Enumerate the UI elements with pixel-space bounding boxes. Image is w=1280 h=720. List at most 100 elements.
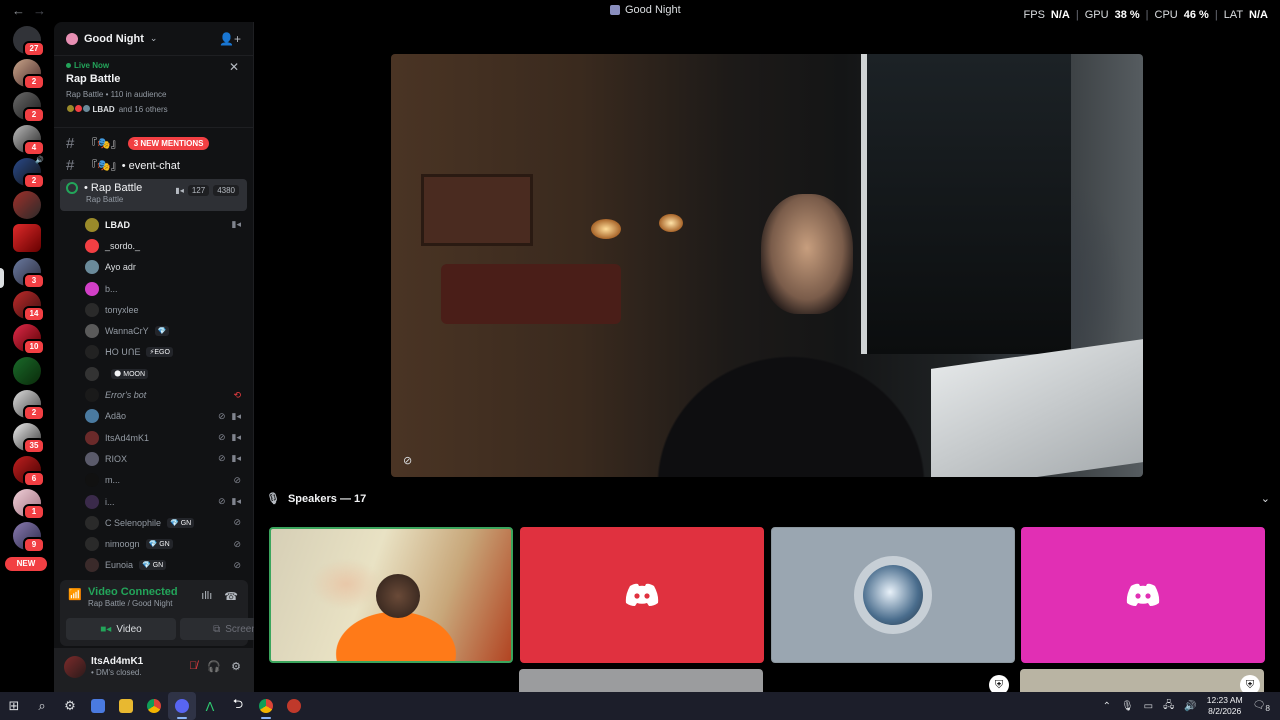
stage-channel-rap-battle[interactable]: • Rap Battle Rap Battle ▮◂ 127 4380 <box>60 179 247 211</box>
main-video-stream[interactable]: ⊘ <box>391 54 1143 477</box>
settings-gear-icon[interactable]: ⚙ <box>56 692 84 720</box>
back-arrow-icon[interactable]: ← <box>12 3 25 18</box>
noise-suppression-icon[interactable]: ıllı <box>201 590 212 603</box>
system-tray: ⌃ 🎙 ▭ 🖧 🔊 12:23 AM 8/2/2026 🗨8 <box>1103 692 1270 720</box>
unread-badge: 27 <box>23 41 45 57</box>
member-item[interactable]: LBAD ▮◂ <box>54 214 253 235</box>
windows-start-icon[interactable]: ⊞ <box>0 692 28 720</box>
discord-logo-icon <box>1126 583 1160 606</box>
chrome-icon[interactable] <box>140 692 168 720</box>
notifications-icon[interactable]: 🗨8 <box>1253 700 1270 713</box>
server-icon[interactable]: 2 <box>13 59 45 90</box>
chrome-icon[interactable] <box>252 692 280 720</box>
unread-badge: 2 <box>23 107 45 123</box>
server-icon[interactable]: 6 <box>13 456 45 487</box>
speaker-tile[interactable] <box>1020 669 1264 692</box>
close-icon[interactable]: ✕ <box>229 60 239 74</box>
channel-item-event-chat[interactable]: # 『🎭』• event-chat <box>54 154 253 176</box>
clock[interactable]: 12:23 AM 8/2/2026 <box>1207 695 1243 717</box>
server-icon[interactable]: 1 <box>13 489 45 520</box>
speaker-tile-video[interactable] <box>269 527 513 663</box>
server-icon[interactable]: 9 <box>13 522 45 553</box>
server-icon[interactable]: 🔊 2 <box>13 157 45 189</box>
member-item[interactable]: b... <box>54 278 253 299</box>
avatar[interactable] <box>64 656 86 678</box>
channel-item-announcements[interactable]: # 『🎭』 3 NEW MENTIONS <box>54 132 253 154</box>
member-item[interactable]: RIOX ⊘ ▮◂ <box>54 448 253 469</box>
live-stage-card[interactable]: Live Now ✕ Rap Battle Rap Battle • 110 i… <box>54 56 253 128</box>
connection-signal-icon[interactable]: 📶 <box>68 588 82 602</box>
stage-member-list: LBAD ▮◂ _sordo._ Ayo adr b... tonyxlee W… <box>54 214 253 576</box>
server-icon[interactable]: 2 <box>13 92 45 123</box>
member-item[interactable]: Adão ⊘ ▮◂ <box>54 406 253 427</box>
cpu-value: 46 % <box>1183 9 1209 21</box>
avatar <box>85 515 99 530</box>
member-item[interactable]: C Selenophile 💎 GN ⊘ <box>54 512 253 533</box>
server-icon[interactable]: 35 <box>13 423 45 454</box>
member-item[interactable]: Eunoia 💎 GN ⊘ <box>54 555 253 576</box>
server-icon[interactable]: 10 <box>13 324 45 355</box>
display-icon[interactable]: ▭ <box>1144 701 1153 712</box>
speaker-tile[interactable] <box>1021 527 1265 663</box>
mic-muted-icon[interactable]: 🎙̸ <box>189 660 197 673</box>
mentions-badge[interactable]: 3 NEW MENTIONS <box>127 136 210 150</box>
avatar <box>85 451 99 466</box>
server-badge-icon <box>66 32 78 45</box>
disconnect-icon[interactable]: ☎ <box>224 590 238 603</box>
member-item[interactable]: _sordo._ <box>54 235 253 256</box>
member-item[interactable]: ItsAd4mK1 ⊘ ▮◂ <box>54 427 253 448</box>
member-name: LBAD <box>105 219 130 230</box>
invite-people-icon[interactable]: 👤+ <box>219 32 241 46</box>
speaker-tile[interactable] <box>771 527 1015 663</box>
server-icon[interactable]: 4 <box>13 125 45 156</box>
headphones-icon[interactable]: 🎧 <box>207 660 221 673</box>
volume-icon[interactable]: 🔊 <box>1184 701 1196 712</box>
member-item[interactable]: Error's bot ⟲ <box>54 384 253 405</box>
chevron-up-icon[interactable]: ⌃ <box>1103 701 1111 712</box>
chevron-down-icon[interactable]: ⌄ <box>1261 492 1270 505</box>
server-icon[interactable] <box>13 191 41 219</box>
video-button[interactable]: ■◂ Video <box>66 618 176 640</box>
member-item[interactable]: tonyxlee <box>54 299 253 320</box>
server-header[interactable]: Good Night ⌄ 👤+ <box>54 22 253 56</box>
live-stage-participants: LBAD and 16 others <box>66 104 241 115</box>
app-icon[interactable]: Λ <box>196 692 224 720</box>
server-icon[interactable]: 2 <box>13 390 45 421</box>
voice-connection-panel: 📶 Video Connected Rap Battle / Good Nigh… <box>60 580 290 646</box>
member-item[interactable]: m... ⊘ <box>54 470 253 491</box>
app-icon[interactable] <box>280 692 308 720</box>
member-status-icons: ⊘ <box>233 560 241 571</box>
mic-muted-icon: ⊘ <box>233 474 241 485</box>
user-name[interactable]: ItsAd4mK1 <box>91 656 143 667</box>
server-icon[interactable]: 14 <box>13 291 45 322</box>
perf-separator: | <box>1145 9 1149 21</box>
chrome-shape <box>147 699 161 713</box>
member-item[interactable]: nimoogn 💎 GN ⊘ <box>54 533 253 554</box>
member-item[interactable]: i... ⊘ ▮◂ <box>54 491 253 512</box>
unread-badge: 2 <box>23 405 45 421</box>
video-scene-head <box>376 574 420 618</box>
server-icon[interactable] <box>13 357 41 385</box>
speaker-tile[interactable] <box>520 527 764 663</box>
server-icon-good-night[interactable]: 3 <box>13 258 45 289</box>
member-role-tag: 💎 GN <box>145 539 173 550</box>
member-item[interactable]: WannaCrY 💎 <box>54 320 253 341</box>
member-name: ItsAd4mK1 <box>105 432 150 443</box>
microphone-icon[interactable]: 🎙 <box>1121 701 1134 712</box>
new-unreads-pill[interactable]: NEW <box>5 557 47 571</box>
forward-arrow-icon[interactable]: → <box>33 3 46 18</box>
app-icon[interactable]: ⮌ <box>224 692 252 720</box>
server-icon[interactable] <box>13 224 41 252</box>
member-item[interactable]: ᕼO ᑌᑎE ⚡EGO <box>54 342 253 363</box>
network-icon[interactable]: 🖧 <box>1163 698 1174 715</box>
file-explorer-icon[interactable] <box>112 692 140 720</box>
speaker-tile[interactable] <box>519 669 763 692</box>
store-icon[interactable] <box>84 692 112 720</box>
direct-messages-button[interactable]: 27 <box>13 26 45 57</box>
stage-channel-name: • Rap Battle <box>84 182 143 194</box>
member-item[interactable]: Ayo adr <box>54 257 253 278</box>
member-item[interactable]: 🌑 MOON <box>54 363 253 384</box>
settings-gear-icon[interactable]: ⚙ <box>231 660 241 673</box>
search-icon[interactable]: ⌕ <box>28 692 56 720</box>
discord-taskbar-icon[interactable] <box>168 692 196 720</box>
